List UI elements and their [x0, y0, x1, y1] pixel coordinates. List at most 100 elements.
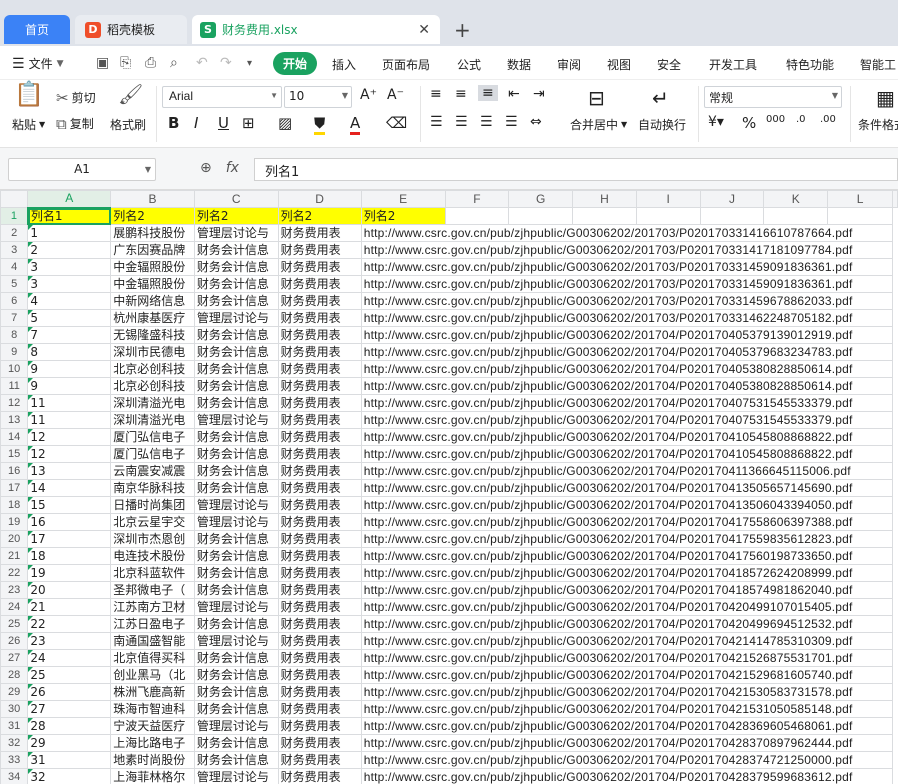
cell-company[interactable]: 上海比路电子	[110, 734, 195, 752]
cell-id[interactable]: 12	[27, 428, 112, 446]
cell-table-type[interactable]: 财务费用表	[277, 275, 362, 293]
cell-id[interactable]: 21	[27, 598, 112, 616]
cell-id[interactable]: 8	[27, 343, 112, 361]
cell[interactable]	[572, 207, 637, 225]
cell-url[interactable]: http://www.csrc.gov.cn/pub/zjhpublic/G00…	[360, 377, 894, 395]
column-header[interactable]: C	[193, 190, 279, 208]
font-name-select[interactable]: Arial ▼	[162, 86, 282, 108]
menu-special[interactable]: 特色功能	[786, 56, 834, 73]
cell-section[interactable]: 财务会计信息	[193, 700, 279, 718]
row-header[interactable]: 26	[0, 632, 29, 650]
row-header[interactable]: 13	[0, 411, 29, 429]
cell-section[interactable]: 管理层讨论与	[193, 496, 279, 514]
cell-company[interactable]: 江苏日盈电子	[110, 615, 195, 633]
cell-section[interactable]: 财务会计信息	[193, 377, 279, 395]
cell-section[interactable]: 财务会计信息	[193, 241, 279, 259]
cell-table-type[interactable]: 财务费用表	[277, 496, 362, 514]
cell-table-type[interactable]: 财务费用表	[277, 224, 362, 242]
cell-id[interactable]: 19	[27, 564, 112, 582]
menu-review[interactable]: 审阅	[557, 56, 581, 73]
cell-section[interactable]: 管理层讨论与	[193, 632, 279, 650]
cell-id[interactable]: 7	[27, 326, 112, 344]
cell-section[interactable]: 财务会计信息	[193, 326, 279, 344]
cell-table-type[interactable]: 财务费用表	[277, 326, 362, 344]
cell-e1[interactable]: 列名2	[360, 207, 446, 225]
cell-company[interactable]: 珠海市智迪科	[110, 700, 195, 718]
cell-url[interactable]: http://www.csrc.gov.cn/pub/zjhpublic/G00…	[360, 768, 894, 784]
cell[interactable]	[827, 207, 893, 225]
cell-section[interactable]: 管理层讨论与	[193, 411, 279, 429]
cell-table-type[interactable]: 财务费用表	[277, 428, 362, 446]
cell-url[interactable]: http://www.csrc.gov.cn/pub/zjhpublic/G00…	[360, 598, 894, 616]
row-header[interactable]: 22	[0, 564, 29, 582]
cell-id[interactable]: 25	[27, 666, 112, 684]
cell-url[interactable]: http://www.csrc.gov.cn/pub/zjhpublic/G00…	[360, 734, 894, 752]
cell-section[interactable]: 管理层讨论与	[193, 513, 279, 531]
justify-icon[interactable]: ☰	[505, 114, 518, 130]
row-header[interactable]: 18	[0, 496, 29, 514]
wrap-text-icon[interactable]: ↵	[652, 86, 669, 110]
cell-table-type[interactable]: 财务费用表	[277, 343, 362, 361]
cell-company[interactable]: 展鹏科技股份	[110, 224, 195, 242]
cell-company[interactable]: 电连技术股份	[110, 547, 195, 565]
cell-url[interactable]: http://www.csrc.gov.cn/pub/zjhpublic/G00…	[360, 547, 894, 565]
cell-url[interactable]: http://www.csrc.gov.cn/pub/zjhpublic/G00…	[360, 258, 894, 276]
cell-table-type[interactable]: 财务费用表	[277, 258, 362, 276]
increase-font-icon[interactable]: A⁺	[360, 87, 377, 103]
cell-url[interactable]: http://www.csrc.gov.cn/pub/zjhpublic/G00…	[360, 445, 894, 463]
row-header[interactable]: 4	[0, 258, 29, 276]
row-header[interactable]: 31	[0, 717, 29, 735]
cell-section[interactable]: 财务会计信息	[193, 666, 279, 684]
cell-id[interactable]: 32	[27, 768, 112, 784]
formula-input[interactable]: 列名1	[254, 158, 898, 181]
cell[interactable]	[699, 207, 765, 225]
cell-table-type[interactable]: 财务费用表	[277, 581, 362, 599]
cell-company[interactable]: 厦门弘信电子	[110, 428, 195, 446]
menu-insert[interactable]: 插入	[332, 56, 356, 73]
row-header[interactable]: 17	[0, 479, 29, 497]
row-header[interactable]: 25	[0, 615, 29, 633]
redo-icon[interactable]: ↷	[220, 55, 232, 71]
cell-section[interactable]: 管理层讨论与	[193, 768, 279, 784]
cell-url[interactable]: http://www.csrc.gov.cn/pub/zjhpublic/G00…	[360, 275, 894, 293]
cell-section[interactable]: 财务会计信息	[193, 581, 279, 599]
row-header[interactable]: 20	[0, 530, 29, 548]
cell-url[interactable]: http://www.csrc.gov.cn/pub/zjhpublic/G00…	[360, 649, 894, 667]
column-header[interactable]: J	[699, 190, 765, 208]
cell[interactable]	[508, 207, 574, 225]
cell-table-type[interactable]: 财务费用表	[277, 615, 362, 633]
cell-company[interactable]: 北京必创科技	[110, 377, 195, 395]
tab-home[interactable]: 首页	[4, 15, 70, 44]
sheet-table[interactable]: ABCDEFGHIJKL 1 列名1 列名2 列名2 列名2 列名2 2 1 展鹏科…	[0, 190, 898, 784]
cell-table-type[interactable]: 财务费用表	[277, 309, 362, 327]
cell-company[interactable]: 北京云星宇交	[110, 513, 195, 531]
clear-format-icon[interactable]: ⌫	[386, 114, 407, 132]
cell-section[interactable]: 财务会计信息	[193, 360, 279, 378]
format-painter-icon[interactable]: 🖌	[118, 84, 143, 104]
menu-view[interactable]: 视图	[607, 56, 631, 73]
cell-id[interactable]: 27	[27, 700, 112, 718]
cell-url[interactable]: http://www.csrc.gov.cn/pub/zjhpublic/G00…	[360, 564, 894, 582]
row-header[interactable]: 5	[0, 275, 29, 293]
cell-url[interactable]: http://www.csrc.gov.cn/pub/zjhpublic/G00…	[360, 513, 894, 531]
column-header[interactable]: D	[277, 190, 362, 208]
cell-url[interactable]: http://www.csrc.gov.cn/pub/zjhpublic/G00…	[360, 292, 894, 310]
cell-table-type[interactable]: 财务费用表	[277, 530, 362, 548]
thousands-icon[interactable]: 000	[766, 114, 785, 125]
cell-url[interactable]: http://www.csrc.gov.cn/pub/zjhpublic/G00…	[360, 360, 894, 378]
tab-document[interactable]: S 财务费用.xlsx ✕	[192, 15, 440, 44]
menu-smart[interactable]: 智能工	[860, 56, 896, 73]
align-top-icon[interactable]: ≡	[430, 86, 442, 102]
cell-id[interactable]: 3	[27, 275, 112, 293]
cell-id[interactable]: 12	[27, 445, 112, 463]
cell-id[interactable]: 9	[27, 377, 112, 395]
cell-company[interactable]: 广东因赛品牌	[110, 241, 195, 259]
merge-center-button[interactable]: 合并居中 ▼	[570, 116, 627, 133]
cell-url[interactable]: http://www.csrc.gov.cn/pub/zjhpublic/G00…	[360, 343, 894, 361]
row-header[interactable]: 14	[0, 428, 29, 446]
align-middle-icon[interactable]: ≡	[455, 86, 467, 102]
cell-id[interactable]: 18	[27, 547, 112, 565]
cell-company[interactable]: 创业黑马（北	[110, 666, 195, 684]
cut-button[interactable]: ✂ 剪切	[56, 89, 96, 106]
row-header[interactable]: 11	[0, 377, 29, 395]
